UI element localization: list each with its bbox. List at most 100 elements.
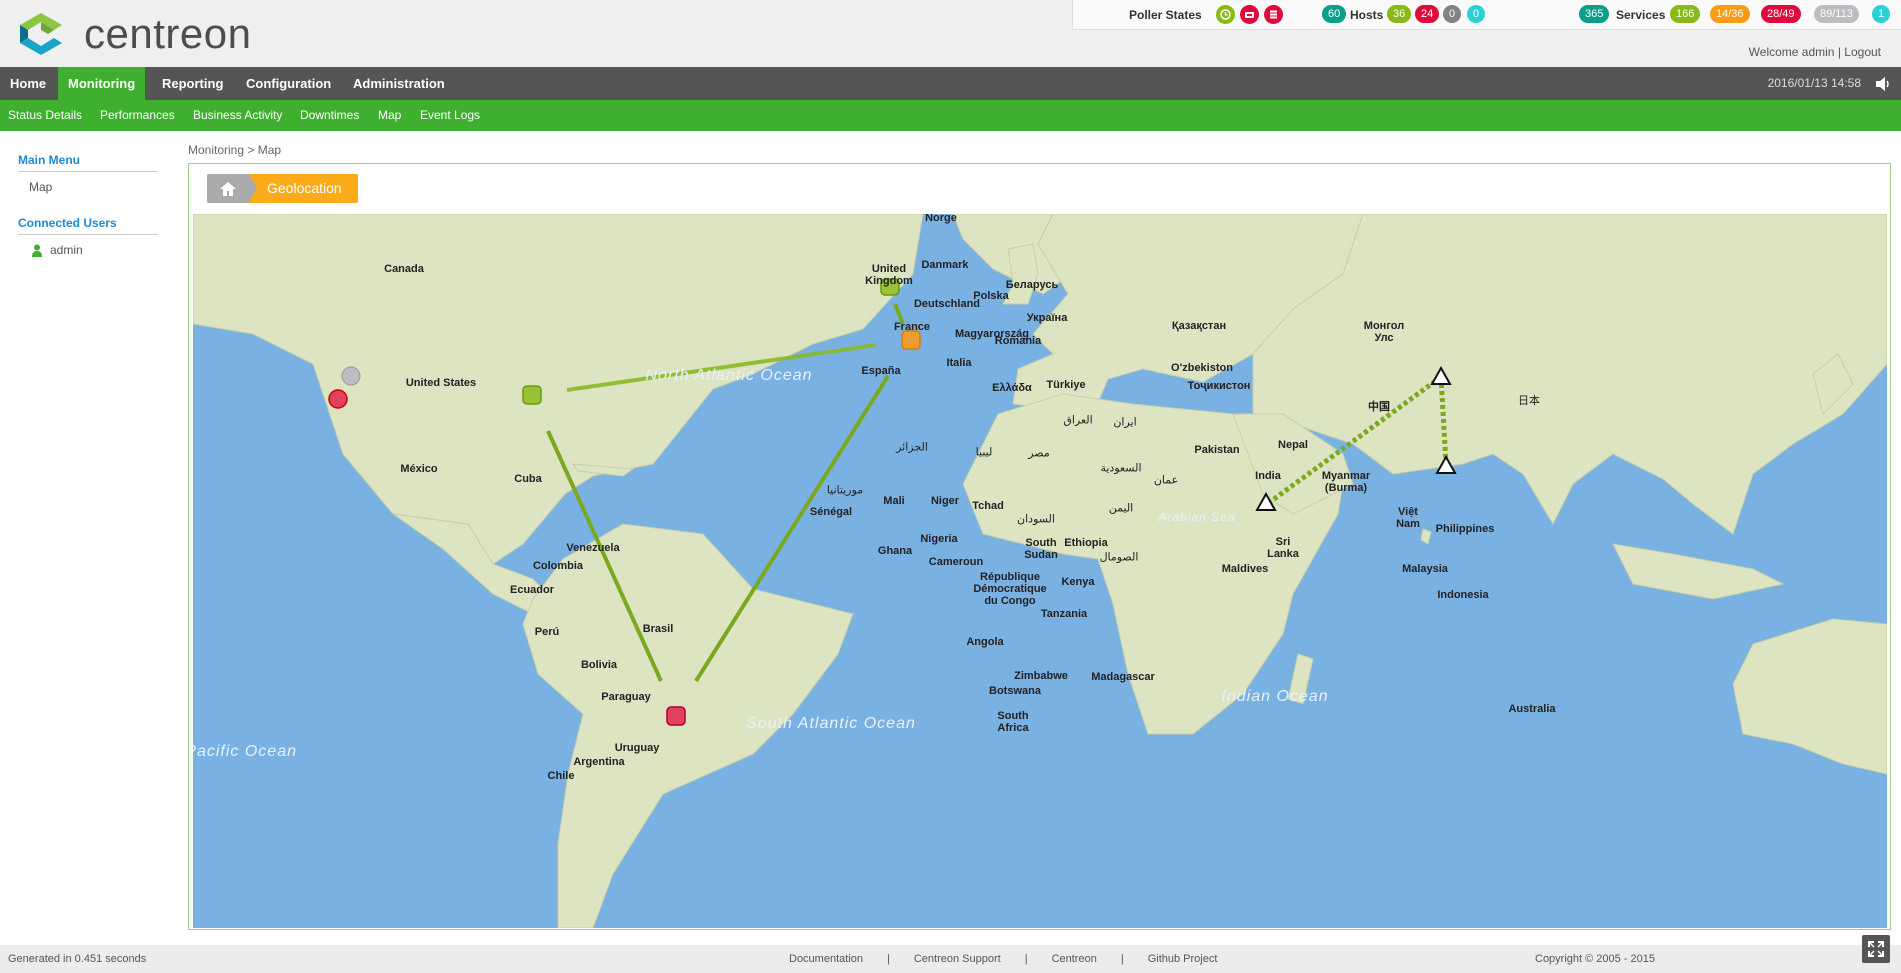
nav-reporting[interactable]: Reporting xyxy=(152,67,233,100)
map-label-ecuador: Ecuador xyxy=(509,584,555,596)
map-label-canada: Canada xyxy=(384,263,424,275)
app-name: centreon xyxy=(84,10,252,57)
footer-link-centreon-support[interactable]: Centreon Support xyxy=(902,953,1013,965)
map-label-ethiopia: Ethiopia xyxy=(1064,537,1108,549)
map-label-mexico: México xyxy=(400,463,438,475)
nav-administration[interactable]: Administration xyxy=(343,67,455,100)
world-map[interactable]: North Atlantic Ocean South Atlantic Ocea… xyxy=(193,214,1887,928)
subnav-downtimes[interactable]: Downtimes xyxy=(300,100,359,131)
sidebar-item-map[interactable]: Map xyxy=(29,180,52,194)
hosts-up-badge[interactable]: 36 xyxy=(1387,5,1412,23)
hosts-unreachable-badge[interactable]: 0 xyxy=(1443,5,1462,23)
footer-link-documentation[interactable]: Documentation xyxy=(777,953,875,965)
sidebar-user-admin[interactable]: admin xyxy=(32,243,83,257)
map-label-paraguay: Paraguay xyxy=(601,691,651,703)
poller-ok-icon[interactable] xyxy=(1216,5,1235,24)
map-label-philippines: Philippines xyxy=(1435,523,1495,535)
map-label-kazakhstan: Қазақстан xyxy=(1171,320,1227,332)
host-marker-unknown[interactable] xyxy=(341,366,361,386)
poller-server-icon[interactable] xyxy=(1264,5,1283,24)
nav-configuration[interactable]: Configuration xyxy=(236,67,341,100)
map-label-peru: Perú xyxy=(534,626,560,638)
sub-navigation: Status Details Performances Business Act… xyxy=(0,100,1901,131)
ocean-label-south-atlantic: South Atlantic Ocean xyxy=(746,715,916,732)
map-label-uzbekistan: O'zbekiston xyxy=(1171,362,1233,374)
status-summary: Poller States 60 Hosts 36 24 0 0 365 Ser… xyxy=(1072,0,1901,30)
sidebar-main-menu-heading: Main Menu xyxy=(18,153,158,172)
poller-database-icon[interactable] xyxy=(1240,5,1259,24)
map-label-botswana: Botswana xyxy=(989,685,1041,697)
map-label-belarus: Беларусь xyxy=(1005,279,1059,291)
map-label-yemen: اليمن xyxy=(1108,502,1134,515)
sri-lanka-landmass xyxy=(1420,528,1432,545)
map-label-egypt: مصر xyxy=(1028,447,1050,460)
subnav-event-logs[interactable]: Event Logs xyxy=(420,100,480,131)
logout-link[interactable]: Logout xyxy=(1844,45,1881,59)
indonesia-landmass xyxy=(1612,543,1785,600)
map-label-nigeria: Nigeria xyxy=(920,533,958,545)
welcome-separator: | xyxy=(1837,45,1841,59)
centreon-logo[interactable]: centreon xyxy=(18,11,251,57)
map-label-myanmar: Myanmar (Burma) xyxy=(1321,470,1371,494)
subnav-business-activity[interactable]: Business Activity xyxy=(193,100,282,131)
nav-monitoring[interactable]: Monitoring xyxy=(58,67,146,100)
map-label-china: 中国 xyxy=(1368,401,1390,413)
centreon-logo-icon xyxy=(20,13,62,55)
subnav-status-details[interactable]: Status Details xyxy=(8,100,82,131)
map-label-tajikistan: Тоҷикистон xyxy=(1187,380,1251,392)
services-warning-badge[interactable]: 14/36 xyxy=(1710,5,1750,23)
map-label-mongolia: Монгол Улс xyxy=(1363,320,1405,344)
footer-link-centreon[interactable]: Centreon xyxy=(1040,953,1109,965)
map-label-mali: Mali xyxy=(883,495,905,507)
footer-links: Documentation | Centreon Support | Centr… xyxy=(777,953,1229,965)
ocean-label-north-atlantic: North Atlantic Ocean xyxy=(645,367,813,384)
map-label-madagascar: Madagascar xyxy=(1091,671,1155,683)
map-label-drc: République Démocratique du Congo xyxy=(973,571,1047,607)
nav-home[interactable]: Home xyxy=(0,67,56,100)
host-marker-critical-brazil[interactable] xyxy=(666,706,686,726)
home-icon[interactable] xyxy=(207,174,257,203)
map-label-angola: Angola xyxy=(966,636,1004,648)
map-label-niger: Niger xyxy=(930,495,960,507)
map-label-deutschland: Deutschland xyxy=(913,298,981,310)
hosts-total-badge[interactable]: 60 xyxy=(1322,5,1347,23)
map-label-greece: Ελλάδα xyxy=(992,382,1032,394)
map-label-colombia: Colombia xyxy=(532,560,584,572)
footer-separator: | xyxy=(1120,953,1124,965)
services-unknown-badge[interactable]: 89/113 xyxy=(1814,5,1859,23)
services-pending-badge[interactable]: 1 xyxy=(1872,5,1891,23)
connected-user-name: admin xyxy=(50,243,83,257)
user-icon xyxy=(32,244,42,257)
ocean-label-south-pacific: South Pacific Ocean xyxy=(193,743,297,760)
sidebar-connected-users-heading: Connected Users xyxy=(18,216,158,235)
services-ok-badge[interactable]: 166 xyxy=(1670,5,1701,23)
footer: Generated in 0.451 seconds Documentation… xyxy=(0,945,1901,973)
speaker-icon[interactable] xyxy=(1875,76,1891,92)
host-marker-ok-us-east[interactable] xyxy=(522,385,542,405)
map-label-ghana: Ghana xyxy=(877,545,913,557)
footer-link-github-project[interactable]: Github Project xyxy=(1136,953,1230,965)
host-marker-critical[interactable] xyxy=(328,389,348,409)
fullscreen-toggle-icon[interactable] xyxy=(1862,935,1890,963)
map-label-turkiye: Türkiye xyxy=(1046,379,1086,391)
map-label-vietnam: Việt Nam xyxy=(1396,506,1420,530)
map-label-india: India xyxy=(1255,470,1281,482)
hosts-down-badge[interactable]: 24 xyxy=(1415,5,1440,23)
services-critical-badge[interactable]: 28/49 xyxy=(1761,5,1801,23)
ocean-label-arabian-sea: Arabian Sea xyxy=(1158,510,1236,524)
map-label-sri-lanka: Sri Lanka xyxy=(1267,536,1299,560)
subnav-performances[interactable]: Performances xyxy=(100,100,175,131)
host-marker-warning-france[interactable] xyxy=(901,330,921,350)
australia-landmass xyxy=(1732,618,1887,775)
services-total-badge[interactable]: 365 xyxy=(1579,5,1610,23)
welcome-text: Welcome admin xyxy=(1748,45,1835,59)
map-label-south-sudan: South Sudan xyxy=(1024,537,1058,561)
hosts-pending-badge[interactable]: 0 xyxy=(1467,5,1486,23)
map-label-venezuela: Venezuela xyxy=(566,542,620,554)
map-label-australia: Australia xyxy=(1508,703,1556,715)
subnav-map[interactable]: Map xyxy=(378,100,401,131)
map-label-mauritania: موريتانيا xyxy=(826,484,864,497)
footer-separator: | xyxy=(887,953,890,965)
top-header: centreon Poller States 60 Hosts 36 24 0 … xyxy=(0,0,1901,67)
map-label-cameroun: Cameroun xyxy=(928,556,984,568)
